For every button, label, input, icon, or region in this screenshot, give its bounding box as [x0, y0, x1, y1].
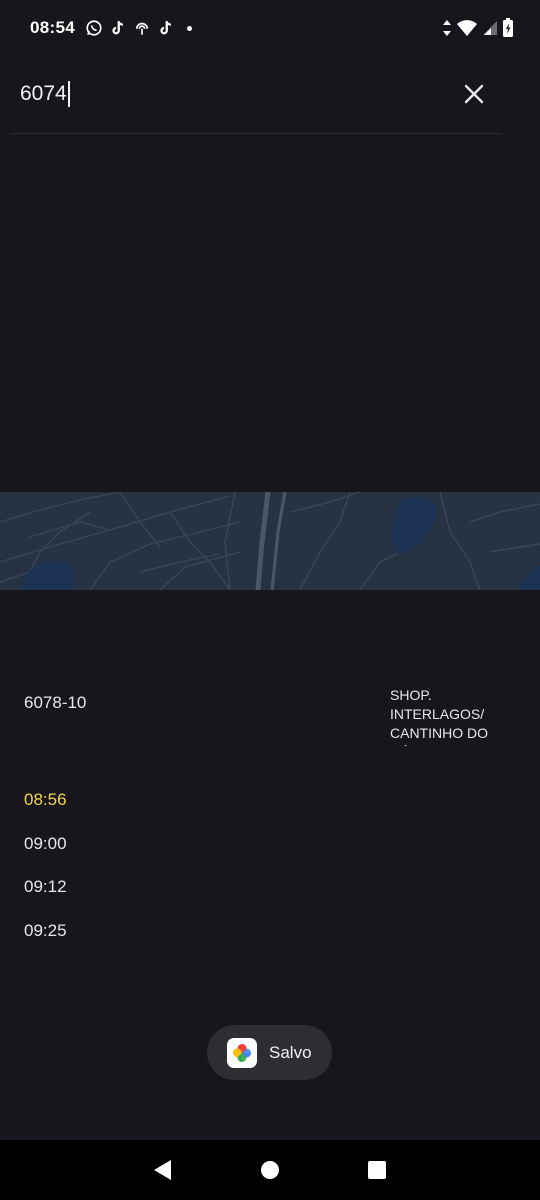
arrival-time-next: 08:56	[24, 790, 67, 809]
status-time: 08:54	[30, 18, 75, 37]
saved-toast: Salvo	[207, 1025, 332, 1080]
data-arrows-icon	[443, 20, 451, 36]
system-nav-bar	[0, 1140, 540, 1200]
route-code[interactable]: 6078-10	[24, 693, 86, 713]
recents-button[interactable]	[357, 1150, 397, 1190]
status-left: 08:54	[30, 18, 192, 38]
status-bar: 08:54	[0, 0, 540, 56]
hotspot-icon	[135, 22, 149, 35]
map-streets	[0, 492, 540, 590]
status-right	[442, 18, 514, 38]
home-circle-icon	[260, 1161, 279, 1179]
whatsapp-icon	[86, 20, 102, 36]
wifi-icon	[457, 20, 477, 36]
map-view[interactable]	[0, 492, 540, 590]
close-icon	[464, 84, 484, 104]
arrival-times-list: 08:56 09:00 09:12 09:25	[24, 790, 67, 964]
search-input[interactable]: 6074	[20, 78, 440, 110]
tiktok-icon	[160, 20, 171, 35]
arrival-time: 09:12	[24, 877, 67, 896]
arrival-time: 09:25	[24, 920, 67, 940]
toast-label: Salvo	[269, 1042, 312, 1062]
back-triangle-icon	[154, 1160, 172, 1180]
home-button[interactable]	[250, 1150, 290, 1190]
arrival-time: 09:00	[24, 833, 67, 853]
search-input-value: 6074	[20, 82, 67, 105]
notification-dot	[186, 25, 192, 31]
text-caret	[67, 81, 70, 107]
route-destination: SHOP. INTERLAGOS/ CANTINHO DO CÉU	[390, 687, 488, 746]
back-button[interactable]	[143, 1150, 183, 1190]
signal-icon	[483, 21, 497, 35]
recents-square-icon	[367, 1161, 386, 1179]
battery-icon	[503, 18, 513, 37]
tiktok-icon	[112, 20, 123, 35]
search-bar: 6074	[10, 60, 502, 134]
clear-search-button[interactable]	[456, 76, 492, 112]
google-photos-icon	[227, 1037, 257, 1068]
screen: 08:54 6074 6078-10 SHOP. INTERLAGOS/ CAN…	[0, 0, 540, 1200]
